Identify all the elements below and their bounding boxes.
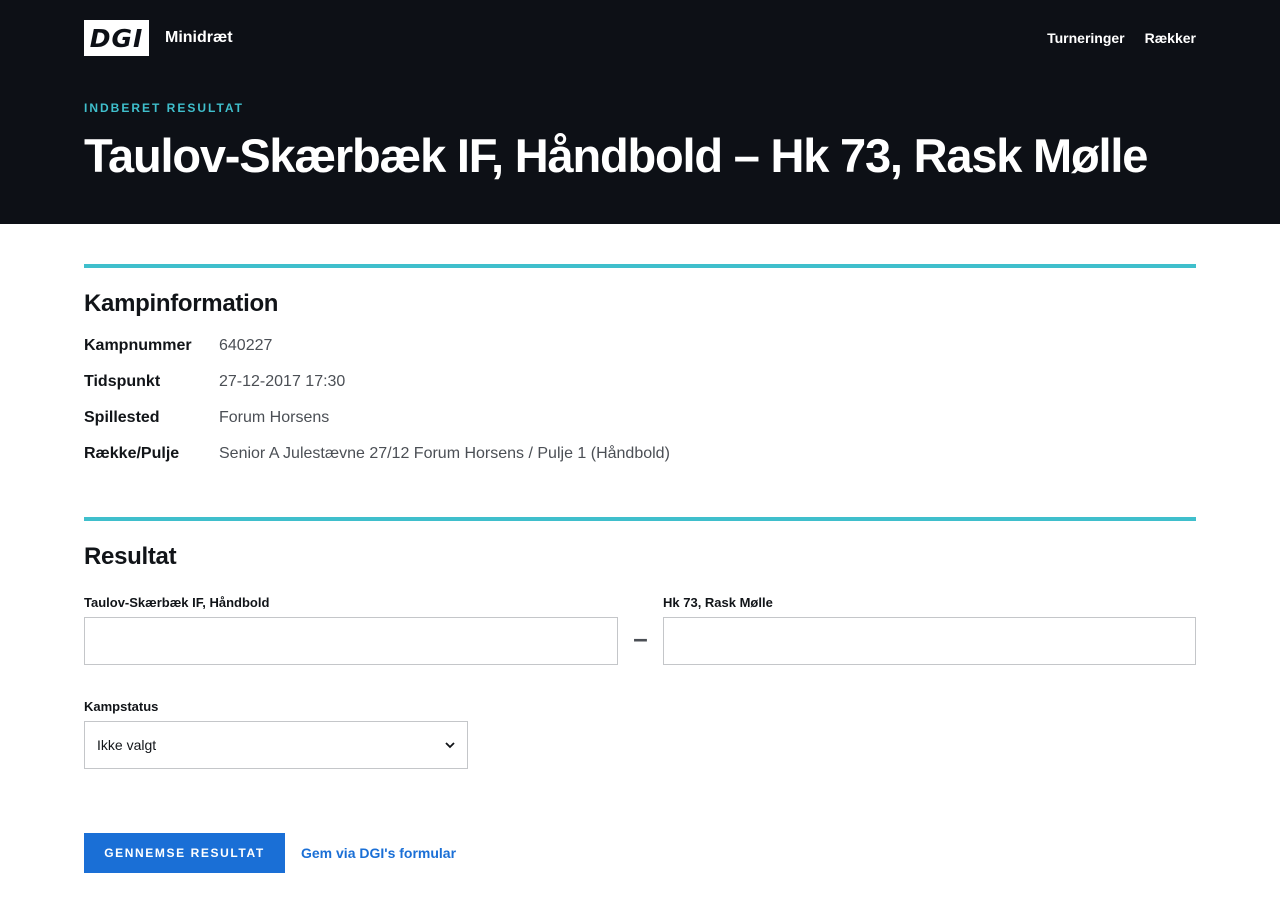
main-content: Kampinformation Kampnummer 640227 Tidspu… bbox=[84, 264, 1196, 873]
info-row-time: Tidspunkt 27-12-2017 17:30 bbox=[84, 373, 1196, 409]
away-team-column: Hk 73, Rask Mølle bbox=[663, 595, 1196, 665]
page-title: Taulov-Skærbæk IF, Håndbold – Hk 73, Ras… bbox=[84, 129, 1148, 182]
score-separator: – bbox=[633, 623, 648, 653]
section-divider bbox=[84, 264, 1196, 268]
main-nav: Turneringer Rækker bbox=[1047, 30, 1196, 46]
score-row: Taulov-Skærbæk IF, Håndbold – Hk 73, Ras… bbox=[84, 595, 1196, 665]
save-via-dgi-form-link[interactable]: Gem via DGI's formular bbox=[301, 845, 456, 861]
info-value: Forum Horsens bbox=[219, 409, 330, 426]
match-info-list: Kampnummer 640227 Tidspunkt 27-12-2017 1… bbox=[84, 337, 1196, 481]
form-actions: GENNEMSE RESULTAT Gem via DGI's formular bbox=[84, 833, 1196, 873]
match-status-select[interactable]: Ikke valgt bbox=[84, 721, 468, 769]
info-row-pool: Række/Pulje Senior A Julestævne 27/12 Fo… bbox=[84, 445, 1196, 481]
info-label: Tidspunkt bbox=[84, 373, 161, 390]
app-name[interactable]: Minidræt bbox=[165, 29, 233, 47]
section-title-match-info: Kampinformation bbox=[84, 290, 279, 317]
home-score-input[interactable] bbox=[84, 617, 618, 665]
info-label: Spillested bbox=[84, 409, 160, 426]
away-score-input[interactable] bbox=[663, 617, 1196, 665]
info-row-match-number: Kampnummer 640227 bbox=[84, 337, 1196, 373]
info-row-venue: Spillested Forum Horsens bbox=[84, 409, 1196, 445]
match-info-section: Kampinformation Kampnummer 640227 Tidspu… bbox=[84, 264, 1196, 481]
result-section: Resultat Taulov-Skærbæk IF, Håndbold – H… bbox=[84, 517, 1196, 873]
section-title-result: Resultat bbox=[84, 543, 177, 570]
info-value: 27-12-2017 17:30 bbox=[219, 373, 346, 390]
chevron-down-icon bbox=[445, 738, 455, 752]
info-label: Kampnummer bbox=[84, 337, 192, 354]
home-team-column: Taulov-Skærbæk IF, Håndbold bbox=[84, 595, 618, 665]
section-divider bbox=[84, 517, 1196, 521]
info-value: Senior A Julestævne 27/12 Forum Horsens … bbox=[219, 445, 670, 462]
info-value: 640227 bbox=[219, 337, 273, 354]
match-status-value: Ikke valgt bbox=[97, 737, 157, 753]
page-eyebrow: INDBERET RESULTAT bbox=[84, 101, 244, 115]
top-bar: DGI Minidræt Turneringer Rækker bbox=[84, 20, 1196, 56]
info-label: Række/Pulje bbox=[84, 445, 180, 462]
nav-link-turneringer[interactable]: Turneringer bbox=[1047, 30, 1125, 46]
nav-link-raekker[interactable]: Rækker bbox=[1145, 30, 1196, 46]
match-status-label: Kampstatus bbox=[84, 699, 159, 714]
dgi-logo[interactable]: DGI bbox=[84, 20, 149, 56]
review-result-button[interactable]: GENNEMSE RESULTAT bbox=[84, 833, 285, 873]
home-team-label: Taulov-Skærbæk IF, Håndbold bbox=[84, 595, 270, 610]
away-team-label: Hk 73, Rask Mølle bbox=[663, 595, 773, 610]
page-hero: DGI Minidræt Turneringer Rækker INDBERET… bbox=[0, 0, 1280, 224]
match-status-field: Kampstatus Ikke valgt bbox=[84, 699, 1196, 769]
